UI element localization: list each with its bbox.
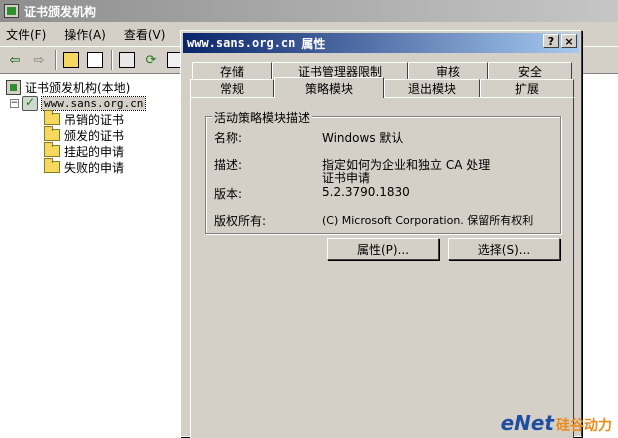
certificate-authority-icon <box>4 4 19 18</box>
tab-exit-module[interactable]: 退出模块 <box>384 79 480 97</box>
show-hide-tree-icon[interactable] <box>84 49 106 71</box>
tab-auditing[interactable]: 审核 <box>408 62 488 80</box>
name-label: 名称: <box>214 131 243 145</box>
group-title: 活动策略模块描述 <box>212 109 313 126</box>
tree-root[interactable]: 证书颁发机构(本地) <box>6 79 130 95</box>
folder-icon <box>44 142 60 157</box>
dialog-title-suffix: 属性 <box>301 36 326 51</box>
version-label: 版本: <box>214 187 243 201</box>
refresh-icon[interactable]: ⟳ <box>140 49 162 71</box>
toolbar-separator <box>111 50 113 70</box>
properties-icon[interactable] <box>116 49 138 71</box>
copyright-value: (C) Microsoft Corporation. 保留所有权利 <box>322 214 534 227</box>
menu-action[interactable]: 操作(A) <box>64 26 106 43</box>
description-line-2: 证书申请 <box>322 171 371 185</box>
watermark-cn: 硅谷动力 <box>556 418 612 434</box>
properties-dialog: www.sans.org.cn 属性 ? × 存储 证书管理器限制 审核 安全 … <box>180 30 582 438</box>
tree-item-issued[interactable]: 颁发的证书 <box>44 126 125 143</box>
folder-icon <box>44 110 60 125</box>
toolbar-separator <box>55 50 57 70</box>
console-tree: 证书颁发机构(本地) − www.sans.org.cn 吊销的证书 颁发的证书… <box>0 75 190 437</box>
active-policy-module-group: 活动策略模块描述 名称: Windows 默认 描述: 指定如何为企业和独立 C… <box>205 109 561 234</box>
main-window-title: 证书颁发机构 <box>24 4 97 19</box>
version-value: 5.2.3790.1830 <box>322 185 410 199</box>
folder-icon <box>44 126 60 141</box>
back-arrow-icon[interactable]: ⇦ <box>4 49 26 71</box>
tree-item-label: 挂起的申请 <box>64 144 125 159</box>
tree-item-revoked[interactable]: 吊销的证书 <box>44 110 125 127</box>
tree-root-label: 证书颁发机构(本地) <box>25 80 131 95</box>
watermark-latin: eNet <box>500 411 554 435</box>
select-button[interactable]: 选择(S)... <box>448 238 560 260</box>
forward-arrow-icon[interactable]: ⇨ <box>28 49 50 71</box>
tree-item-failed[interactable]: 失败的申请 <box>44 158 125 175</box>
tree-item-label: 吊销的证书 <box>64 112 125 127</box>
tab-general[interactable]: 常规 <box>190 79 274 97</box>
menu-view[interactable]: 查看(V) <box>124 26 166 43</box>
tab-storage[interactable]: 存储 <box>192 62 272 80</box>
tree-item-pending[interactable]: 挂起的申请 <box>44 142 125 159</box>
ca-server-icon <box>22 95 38 111</box>
main-window-titlebar: 证书颁发机构 <box>0 0 618 22</box>
tab-extensions[interactable]: 扩展 <box>480 79 574 97</box>
menu-file[interactable]: 文件(F) <box>6 26 46 43</box>
description-label: 描述: <box>214 158 243 172</box>
copyright-label: 版权所有: <box>214 214 267 228</box>
tree-server-node[interactable]: − www.sans.org.cn <box>10 95 147 111</box>
policy-module-panel: 活动策略模块描述 名称: Windows 默认 描述: 指定如何为企业和独立 C… <box>190 97 574 438</box>
properties-button[interactable]: 属性(P)... <box>327 238 439 260</box>
name-value: Windows 默认 <box>322 131 404 145</box>
tab-policy-module[interactable]: 策略模块 <box>274 77 384 98</box>
tab-security[interactable]: 安全 <box>488 62 572 80</box>
collapse-icon[interactable]: − <box>10 98 19 108</box>
help-button[interactable]: ? <box>543 34 559 48</box>
dialog-titlebar[interactable]: www.sans.org.cn 属性 <box>183 33 579 53</box>
tree-item-label: 失败的申请 <box>64 160 125 175</box>
certificate-authority-icon <box>6 79 21 95</box>
up-level-icon[interactable] <box>60 49 82 71</box>
dialog-title-host: www.sans.org.cn <box>187 36 296 50</box>
close-button[interactable]: × <box>561 34 577 48</box>
tree-item-label: 颁发的证书 <box>64 128 125 143</box>
enet-watermark: eNet 硅谷动力 <box>501 411 612 435</box>
tree-server-label: www.sans.org.cn <box>40 95 147 111</box>
folder-icon <box>44 158 60 173</box>
